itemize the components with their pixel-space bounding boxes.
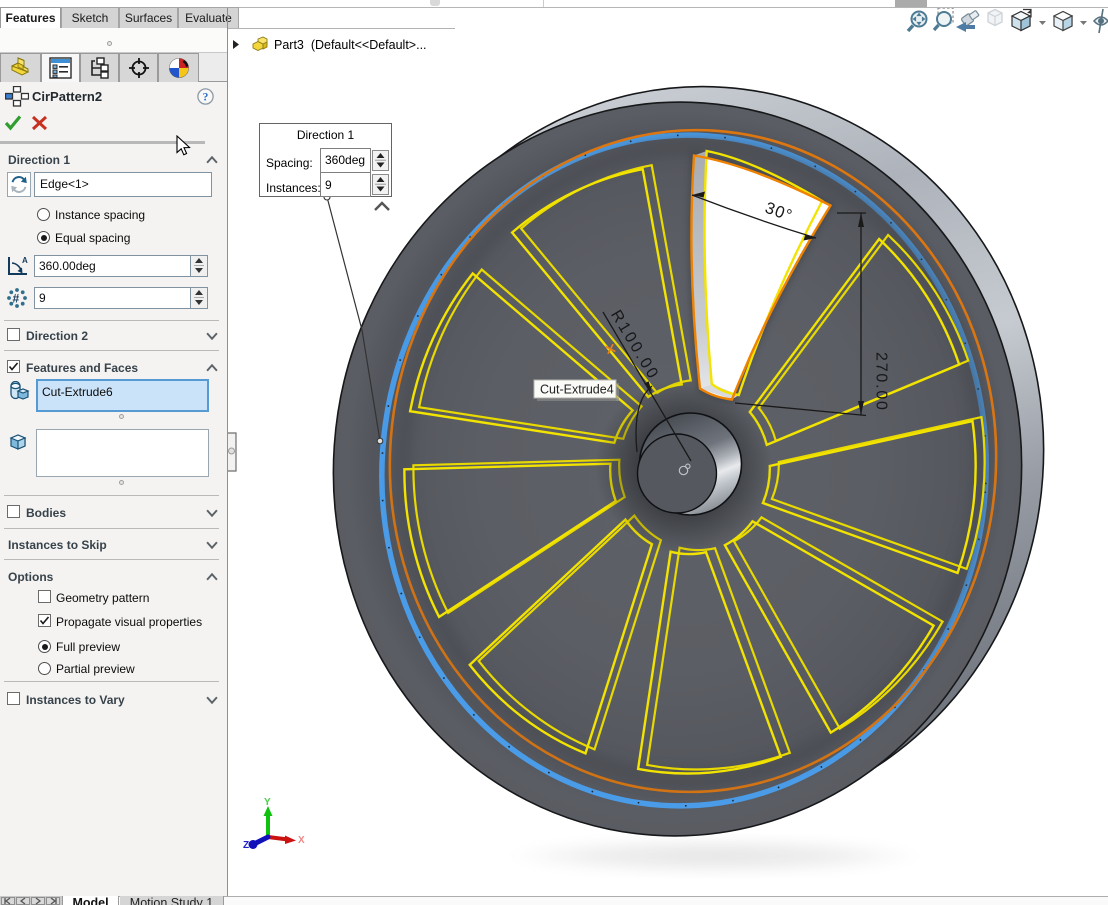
svg-text:?: ? — [203, 92, 209, 104]
svg-text:X: X — [298, 835, 305, 846]
svg-text:#: # — [13, 292, 20, 306]
svg-text:270.00: 270.00 — [873, 352, 890, 412]
svg-text:A: A — [22, 256, 28, 265]
svg-text:Y: Y — [264, 797, 271, 808]
svg-text:Z: Z — [243, 840, 249, 851]
svg-text:Cut-Extrude4: Cut-Extrude4 — [540, 383, 614, 397]
